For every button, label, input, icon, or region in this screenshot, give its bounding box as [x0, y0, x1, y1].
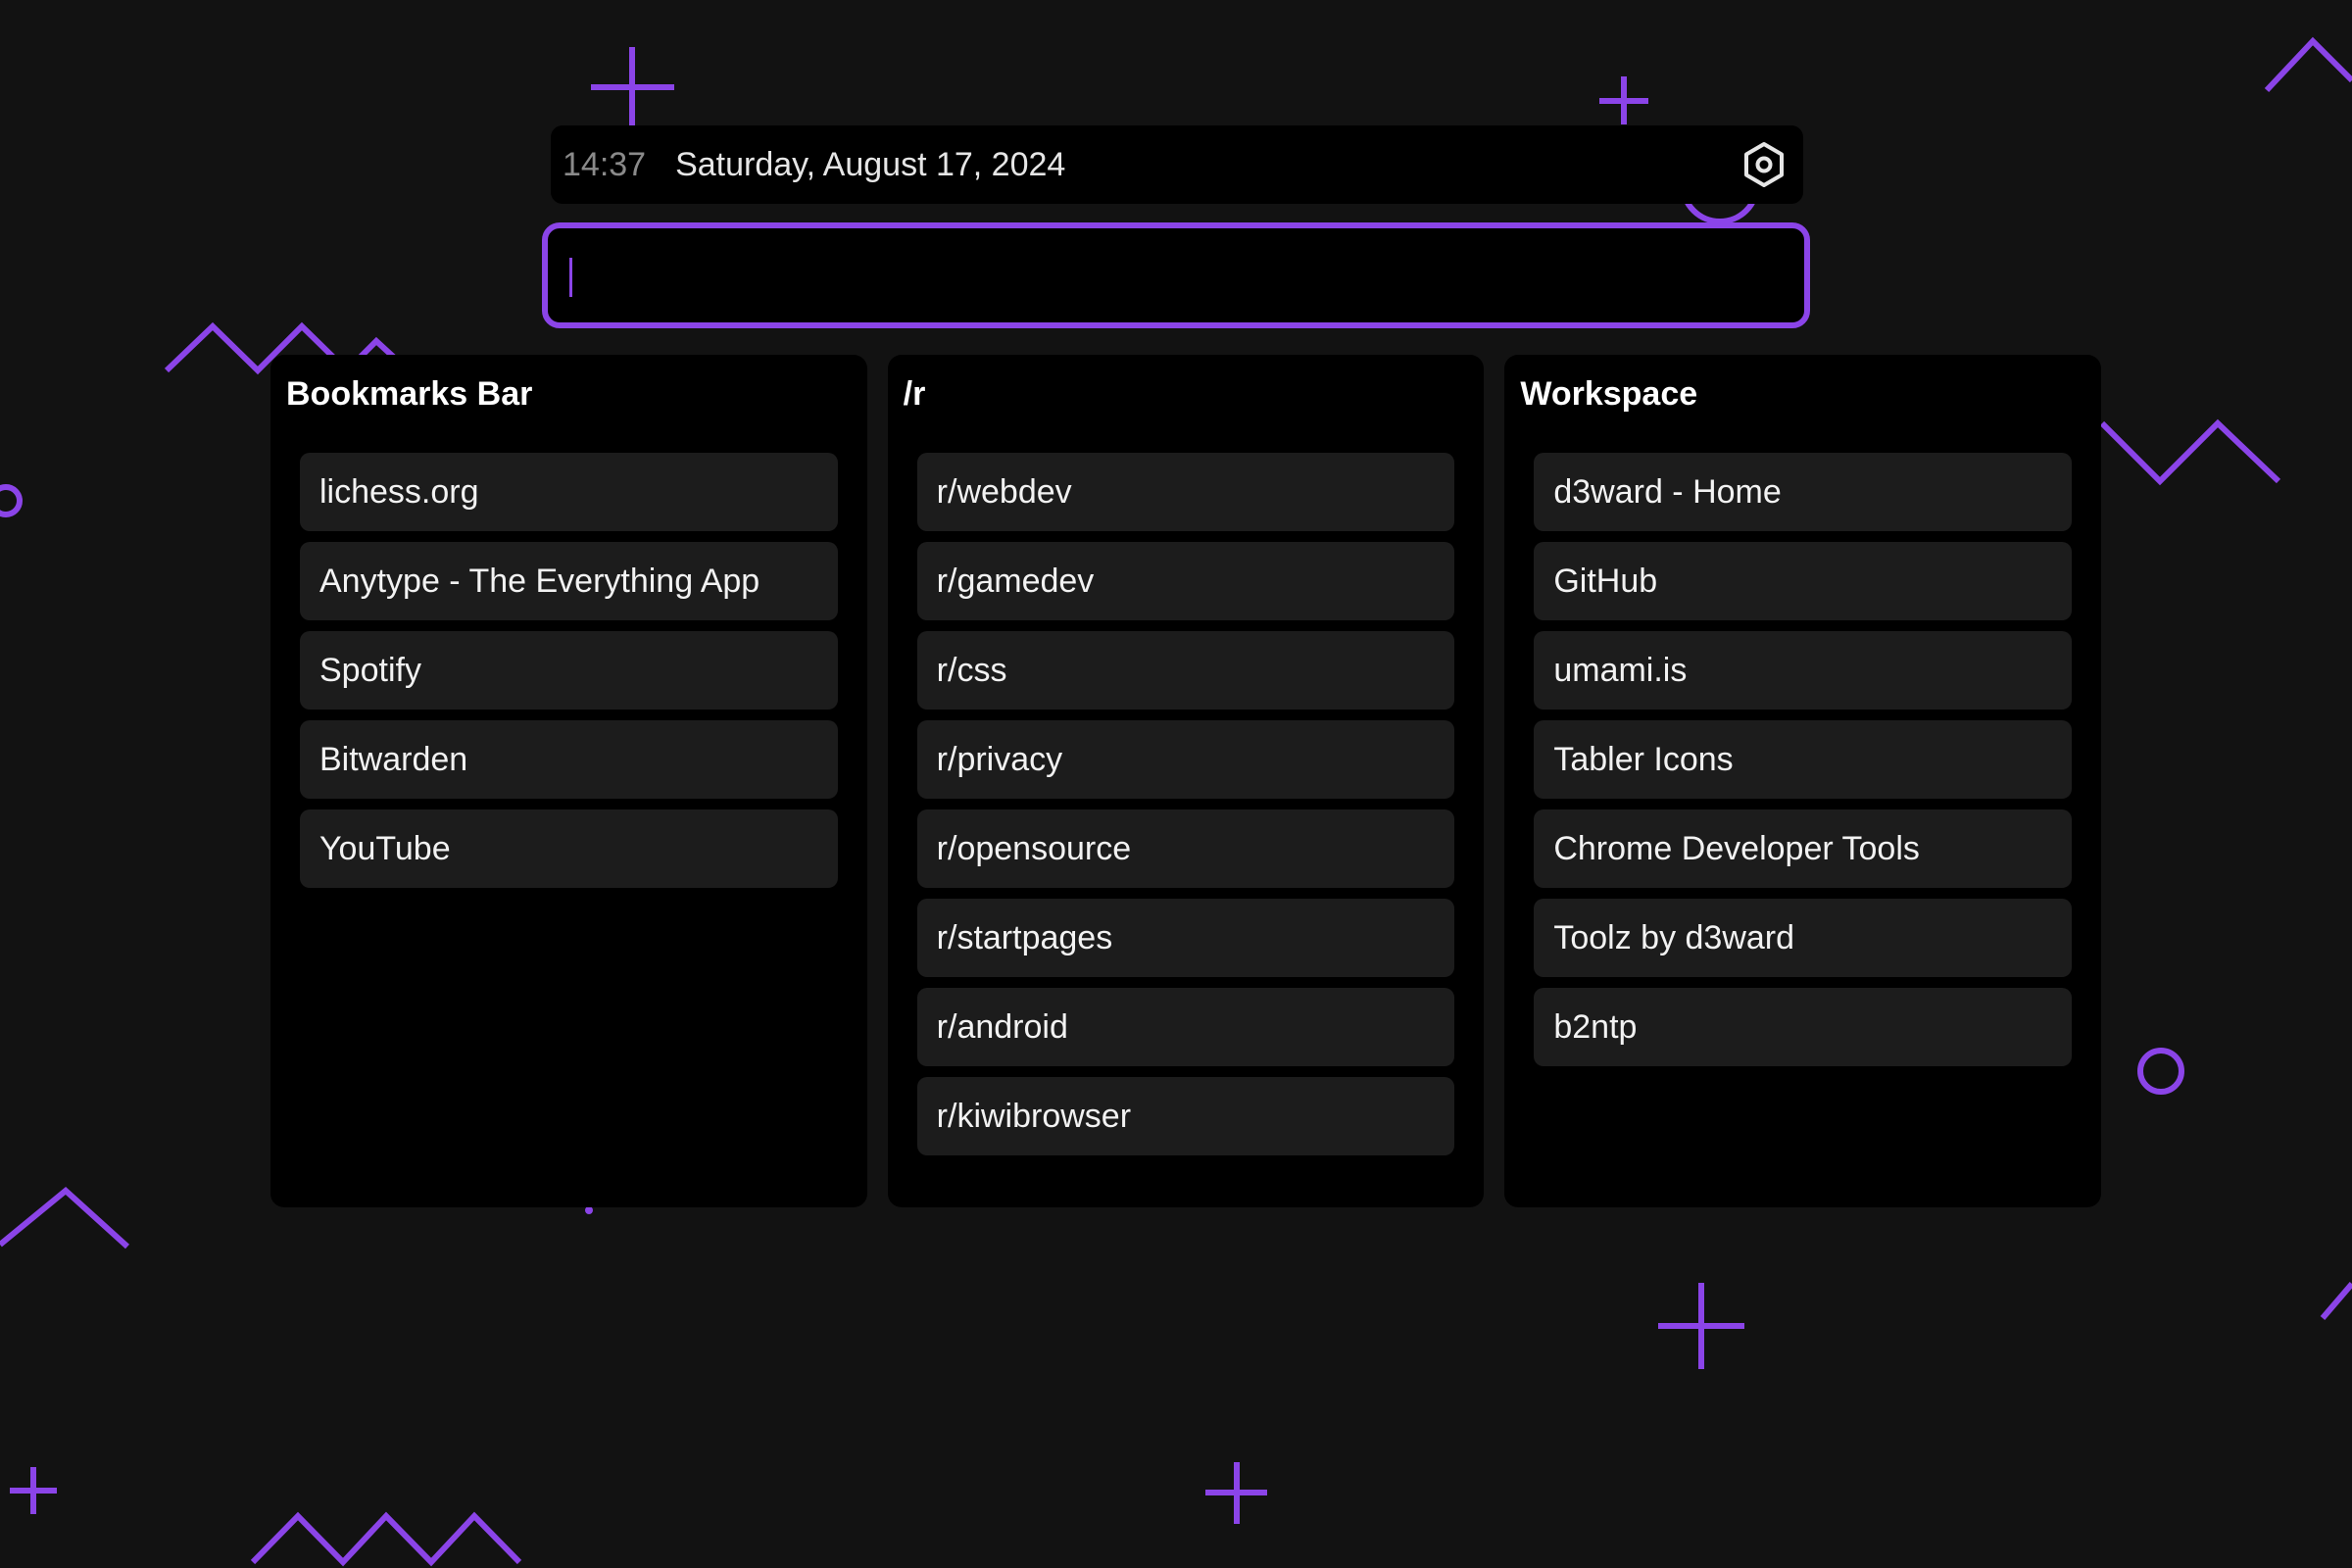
plus-shape [10, 1467, 57, 1514]
bookmark-column-bookmarks-bar: Bookmarks Bar lichess.org Anytype - The … [270, 355, 867, 1207]
current-date: Saturday, August 17, 2024 [675, 145, 1066, 183]
bookmark-link[interactable]: lichess.org [300, 453, 838, 531]
bookmark-link[interactable]: r/opensource [916, 809, 1455, 888]
settings-button[interactable] [1737, 137, 1791, 192]
zigzag-shape [2264, 36, 2352, 93]
bookmark-link[interactable]: r/android [916, 988, 1455, 1066]
circle-shape [2137, 1048, 2184, 1095]
bookmark-link[interactable]: r/css [916, 631, 1455, 710]
link-list: lichess.org Anytype - The Everything App… [286, 453, 852, 888]
column-title: Workspace [1520, 375, 1698, 413]
column-title: Bookmarks Bar [286, 375, 533, 413]
search-box[interactable] [542, 222, 1810, 328]
zigzag-shape [2099, 418, 2281, 486]
link-list: r/webdev r/gamedev r/css r/privacy r/ope… [904, 453, 1469, 1155]
bookmark-column-workspace: Workspace d3ward - Home GitHub umami.is … [1504, 355, 2102, 1207]
link-list: d3ward - Home GitHub umami.is Tabler Ico… [1520, 453, 2085, 1066]
zigzag-shape [0, 1187, 130, 1250]
startpage: 14:37 Saturday, August 17, 2024 Bookmark… [0, 0, 2352, 1568]
bookmark-link[interactable]: r/webdev [916, 453, 1455, 531]
bookmark-link[interactable]: Chrome Developer Tools [1534, 809, 2073, 888]
bookmark-link[interactable]: GitHub [1534, 542, 2073, 620]
bookmark-link[interactable]: YouTube [300, 809, 838, 888]
search-input[interactable] [548, 228, 1804, 322]
bookmark-columns: Bookmarks Bar lichess.org Anytype - The … [270, 355, 2102, 1207]
bookmark-link[interactable]: Bitwarden [300, 720, 838, 799]
zigzag-shape [2320, 1282, 2352, 1320]
plus-shape [1658, 1283, 1744, 1369]
bookmark-link[interactable]: r/gamedev [916, 542, 1455, 620]
bookmark-link[interactable]: umami.is [1534, 631, 2073, 710]
datetime-bar: 14:37 Saturday, August 17, 2024 [551, 125, 1803, 204]
plus-shape [1205, 1462, 1267, 1524]
bookmark-link[interactable]: Toolz by d3ward [1534, 899, 2073, 977]
bookmark-link[interactable]: r/privacy [916, 720, 1455, 799]
circle-shape [0, 484, 23, 517]
plus-shape [1599, 76, 1648, 124]
text-cursor [569, 258, 572, 297]
bookmark-link[interactable]: Anytype - The Everything App [300, 542, 838, 620]
settings-hexagon-icon [1744, 142, 1784, 187]
bookmark-link[interactable]: Spotify [300, 631, 838, 710]
bookmark-link[interactable]: Tabler Icons [1534, 720, 2073, 799]
bookmark-column-reddit: /r r/webdev r/gamedev r/css r/privacy r/… [887, 355, 1485, 1207]
plus-shape [591, 47, 674, 125]
bookmark-link[interactable]: r/kiwibrowser [916, 1077, 1455, 1155]
bookmark-link[interactable]: d3ward - Home [1534, 453, 2073, 531]
dot-shape [585, 1206, 593, 1214]
clock-time: 14:37 [563, 145, 647, 183]
column-title: /r [903, 375, 926, 413]
bookmark-link[interactable]: r/startpages [916, 899, 1455, 977]
zigzag-shape [250, 1511, 522, 1567]
bookmark-link[interactable]: b2ntp [1534, 988, 2073, 1066]
